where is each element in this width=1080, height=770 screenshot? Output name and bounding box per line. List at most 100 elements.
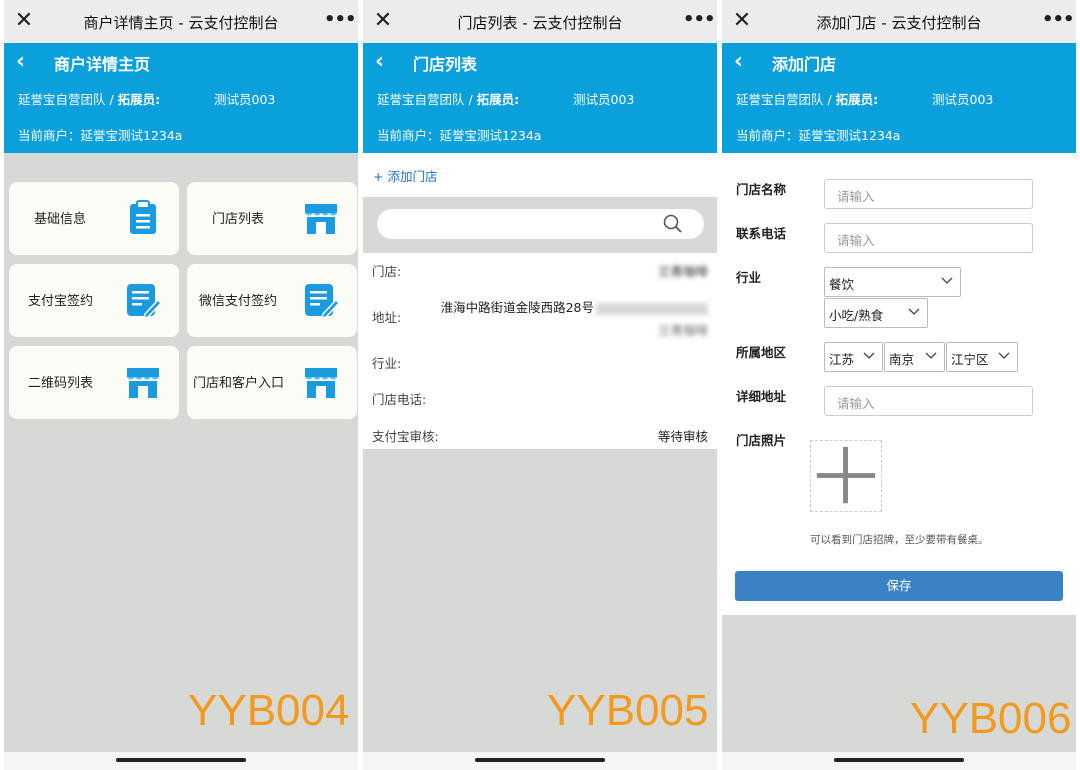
close-icon[interactable]: ✕ bbox=[12, 9, 36, 33]
back-icon[interactable]: ‹ bbox=[375, 49, 384, 74]
role-label: 拓展员: bbox=[117, 92, 161, 107]
operator-name: 测试员003 bbox=[573, 92, 635, 107]
team-name: 延誉宝自营团队 / bbox=[18, 92, 114, 107]
chevron-down-icon bbox=[925, 352, 937, 359]
store-name-value: 兰青咖啡 bbox=[657, 264, 708, 279]
city-select[interactable]: 南京 bbox=[884, 342, 945, 372]
plus-icon bbox=[816, 446, 876, 504]
more-icon[interactable]: ••• bbox=[1042, 10, 1075, 30]
screens: ✕ 商户详情主页 - 云支付控制台 ••• ‹ 商户详情主页 延誉宝自营团队 /… bbox=[0, 0, 1080, 770]
add-store-link[interactable]: + 添加门店 bbox=[373, 166, 437, 185]
phone-screen-merchant-home: ✕ 商户详情主页 - 云支付控制台 ••• ‹ 商户详情主页 延誉宝自营团队 /… bbox=[4, 0, 358, 770]
header-title: 门店列表 bbox=[413, 55, 478, 74]
store-icon bbox=[305, 204, 337, 234]
home-indicator[interactable] bbox=[116, 758, 246, 762]
team-info: 延誉宝自营团队 / 拓展员: bbox=[18, 89, 160, 108]
industry-sub-value: 小吃/熟食 bbox=[829, 308, 884, 323]
chevron-down-icon bbox=[863, 352, 875, 359]
address-label: 详细地址 bbox=[736, 389, 787, 404]
chevron-down-icon bbox=[941, 277, 953, 284]
photo-upload[interactable] bbox=[810, 440, 882, 512]
team-info: 延誉宝自营团队 / 拓展员: bbox=[736, 89, 878, 108]
store-alipay-label: 支付宝审核: bbox=[372, 429, 439, 444]
city-value: 南京 bbox=[889, 352, 915, 367]
operator-name: 测试员003 bbox=[932, 92, 994, 107]
page-title: 商户详情主页 - 云支付控制台 bbox=[83, 14, 279, 32]
store-address-label: 地址: bbox=[372, 310, 402, 325]
add-store-form: 门店名称 请输入 联系电话 请输入 行业 餐饮 小吃/熟食 所属地区 江苏 南京 bbox=[722, 153, 1076, 615]
chevron-down-icon bbox=[908, 308, 920, 315]
operator-name: 测试员003 bbox=[214, 92, 276, 107]
header-bar: ‹ 门店列表 延誉宝自营团队 / 拓展员: 测试员003 当前商户：延誉宝测试1… bbox=[363, 43, 717, 153]
card-basic-info[interactable]: 基础信息 bbox=[9, 182, 179, 255]
search-area bbox=[363, 197, 717, 253]
store-name-label: 门店: bbox=[372, 264, 402, 279]
store-item[interactable]: 门店: 兰青咖啡 地址: 淮海中路街道金陵西路28号 兰青咖啡 行业: 门店电话… bbox=[363, 253, 717, 449]
search-input[interactable] bbox=[377, 209, 704, 239]
phone-screen-store-list: ✕ 门店列表 - 云支付控制台 ••• ‹ 门店列表 延誉宝自营团队 / 拓展员… bbox=[363, 0, 717, 770]
card-store-list[interactable]: 门店列表 bbox=[187, 182, 357, 255]
current-merchant: 当前商户：延誉宝测试1234a bbox=[18, 128, 183, 143]
wechat-top-bar: ✕ 添加门店 - 云支付控制台 ••• bbox=[722, 0, 1076, 43]
watermark: YYB004 bbox=[188, 686, 350, 735]
phone-label: 联系电话 bbox=[736, 226, 787, 241]
card-store-customer-entry[interactable]: 门店和客户入口 bbox=[187, 346, 357, 419]
card-alipay-sign[interactable]: 支付宝签约 bbox=[9, 264, 179, 337]
close-icon[interactable]: ✕ bbox=[730, 9, 754, 33]
card-label: 微信支付签约 bbox=[199, 294, 278, 309]
team-info: 延誉宝自营团队 / 拓展员: bbox=[377, 89, 519, 108]
store-name-label: 门店名称 bbox=[736, 182, 787, 197]
photo-label: 门店照片 bbox=[736, 433, 787, 448]
address-line1: 淮海中路街道金陵西路28号 bbox=[418, 297, 708, 316]
header-title: 添加门店 bbox=[772, 55, 837, 74]
chevron-down-icon bbox=[998, 352, 1010, 359]
save-button[interactable]: 保存 bbox=[735, 571, 1063, 601]
photo-hint: 可以看到门店招牌，至少要带有餐桌。 bbox=[810, 534, 989, 546]
district-select[interactable]: 江宁区 bbox=[946, 342, 1018, 372]
sign-document-icon bbox=[127, 284, 161, 318]
close-icon[interactable]: ✕ bbox=[371, 9, 395, 33]
store-icon bbox=[127, 368, 159, 398]
store-name-input[interactable]: 请输入 bbox=[824, 179, 1033, 209]
current-merchant: 当前商户：延誉宝测试1234a bbox=[377, 128, 542, 143]
address-text: 淮海中路街道金陵西路28号 bbox=[440, 300, 594, 315]
card-label: 二维码列表 bbox=[28, 376, 94, 391]
card-label: 门店列表 bbox=[212, 212, 265, 227]
industry-label: 行业 bbox=[736, 270, 762, 285]
card-wechat-sign[interactable]: 微信支付签约 bbox=[187, 264, 357, 337]
home-indicator[interactable] bbox=[475, 758, 605, 762]
address-input[interactable]: 请输入 bbox=[824, 386, 1033, 416]
card-label: 门店和客户入口 bbox=[193, 376, 285, 391]
industry-main-select[interactable]: 餐饮 bbox=[824, 267, 961, 297]
team-name: 延誉宝自营团队 / bbox=[377, 92, 473, 107]
store-alipay-row: 支付宝审核: 等待审核 bbox=[372, 426, 708, 445]
role-label: 拓展员: bbox=[835, 92, 879, 107]
role-label: 拓展员: bbox=[476, 92, 520, 107]
more-icon[interactable]: ••• bbox=[324, 10, 357, 30]
back-icon[interactable]: ‹ bbox=[16, 49, 25, 74]
more-icon[interactable]: ••• bbox=[683, 10, 716, 30]
card-label: 支付宝签约 bbox=[28, 294, 94, 309]
province-select[interactable]: 江苏 bbox=[824, 342, 883, 372]
store-phone-label: 门店电话: bbox=[372, 392, 427, 407]
watermark: YYB005 bbox=[547, 686, 709, 735]
wechat-top-bar: ✕ 门店列表 - 云支付控制台 ••• bbox=[363, 0, 717, 43]
store-industry-row: 行业: bbox=[372, 353, 708, 372]
store-icon bbox=[305, 368, 337, 398]
header-bar: ‹ 添加门店 延誉宝自营团队 / 拓展员: 测试员003 当前商户：延誉宝测试1… bbox=[722, 43, 1076, 153]
home-indicator[interactable] bbox=[834, 758, 964, 762]
store-alipay-status: 等待审核 bbox=[657, 429, 708, 444]
address-line2: 兰青咖啡 bbox=[657, 323, 708, 338]
store-industry-label: 行业: bbox=[372, 356, 402, 371]
store-address-value: 淮海中路街道金陵西路28号 兰青咖啡 bbox=[418, 297, 708, 339]
industry-sub-select[interactable]: 小吃/熟食 bbox=[824, 298, 928, 328]
phone-input[interactable]: 请输入 bbox=[824, 223, 1033, 253]
page-title: 添加门店 - 云支付控制台 bbox=[816, 14, 982, 32]
card-qrcode-list[interactable]: 二维码列表 bbox=[9, 346, 179, 419]
back-icon[interactable]: ‹ bbox=[734, 49, 743, 74]
province-value: 江苏 bbox=[829, 352, 855, 367]
add-store-row: + 添加门店 bbox=[363, 153, 717, 197]
search-icon[interactable] bbox=[662, 213, 684, 235]
clipboard-icon bbox=[130, 200, 156, 234]
store-name-row: 门店: 兰青咖啡 bbox=[372, 261, 708, 280]
